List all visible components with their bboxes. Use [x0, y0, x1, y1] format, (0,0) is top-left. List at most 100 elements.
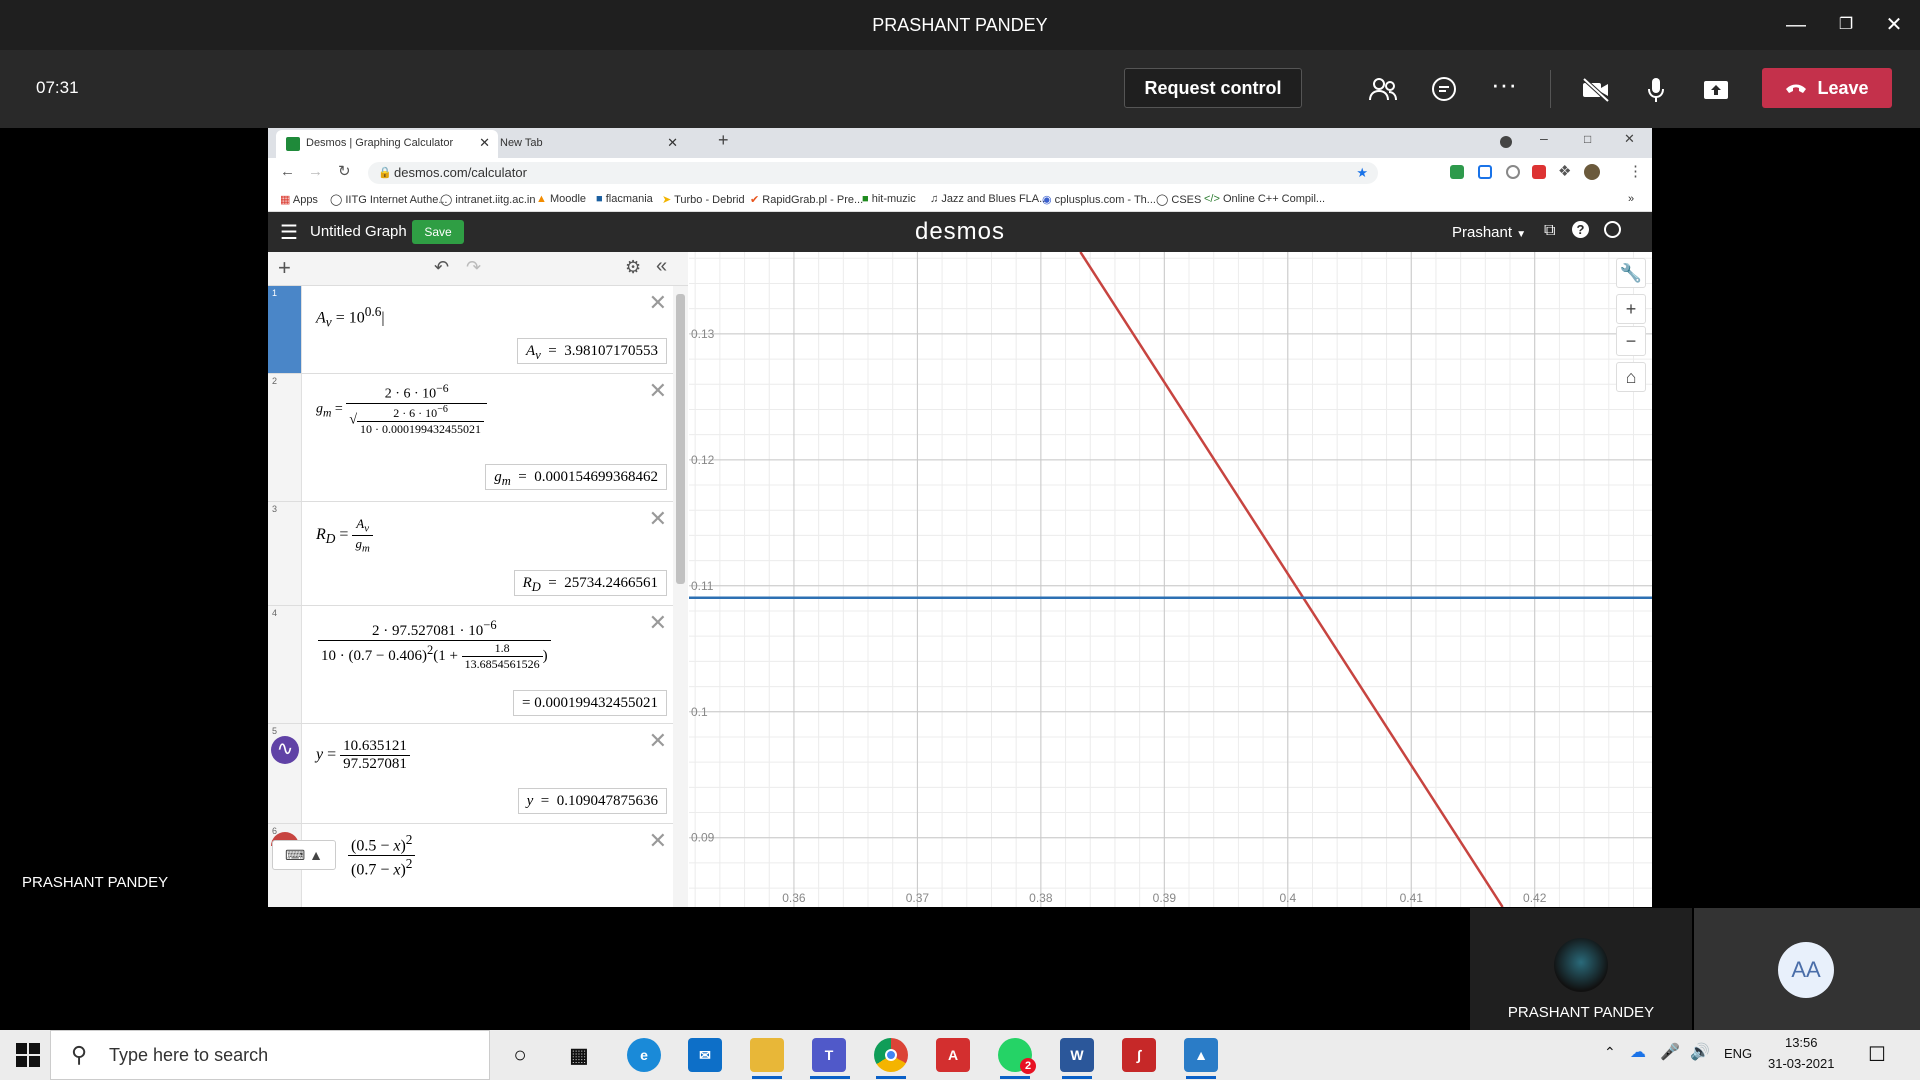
microphone-icon[interactable]	[1638, 72, 1674, 108]
extensions-puzzle-icon[interactable]: ❖	[1558, 162, 1571, 180]
zoom-in-icon[interactable]: +	[1616, 294, 1646, 324]
file-explorer-icon[interactable]	[750, 1038, 784, 1072]
back-icon[interactable]: ←	[280, 163, 295, 180]
extension-circle-icon[interactable]	[1506, 165, 1520, 179]
share-screen-icon[interactable]	[1698, 72, 1734, 108]
expression-row[interactable]: 5 ∿ ✕ y = 10.635121 97.527081 y = 0.10904…	[268, 724, 673, 824]
leave-button[interactable]: Leave	[1762, 68, 1892, 108]
participant-tile[interactable]: PRASHANT PANDEY	[1470, 908, 1692, 1030]
participants-icon[interactable]	[1365, 72, 1401, 108]
whatsapp-icon[interactable]: 2	[998, 1038, 1036, 1074]
collapse-panel-icon[interactable]: «	[656, 255, 667, 278]
photos-icon[interactable]: ▲	[1184, 1038, 1218, 1072]
more-options-icon[interactable]: ···	[1486, 66, 1522, 102]
app-red-icon[interactable]: ∫	[1122, 1038, 1156, 1072]
restore-icon[interactable]: ❐	[1826, 10, 1866, 40]
chat-icon[interactable]	[1426, 72, 1462, 108]
bookmarks-overflow-icon[interactable]: »	[1628, 193, 1634, 205]
expression-row[interactable]: 3 ✕ RD = Av gm RD = 25734.2466561	[268, 502, 673, 606]
bookmark-online-cpp[interactable]: </> Online C++ Compil...	[1204, 193, 1325, 205]
bookmark-rapidgrab[interactable]: ✔ RapidGrab.pl - Pre...	[750, 193, 863, 206]
zoom-out-icon[interactable]: −	[1616, 326, 1646, 356]
graph-paper[interactable]: 0.36 0.37 0.38 0.39 0.4 0.41 0.42 0.13 0.12 0.11 0…	[689, 252, 1652, 907]
expression-row[interactable]: 4 ✕ 2 · 97.527081 · 10−6 10 · (0.7 − 0.40…	[268, 606, 673, 724]
expression-formula[interactable]: RD = Av gm	[316, 516, 373, 554]
tab-close-icon[interactable]: ✕	[667, 130, 678, 156]
forward-icon[interactable]: →	[308, 163, 323, 180]
share-icon[interactable]: ⧉	[1544, 222, 1555, 240]
settings-gear-icon[interactable]: ⚙	[625, 257, 641, 278]
extension-evernote-icon[interactable]	[1450, 165, 1464, 179]
request-control-button[interactable]: Request control	[1124, 68, 1302, 108]
delete-expression-icon[interactable]: ✕	[649, 506, 667, 532]
reload-icon[interactable]: ↻	[338, 162, 351, 180]
graph-canvas[interactable]: 0.36 0.37 0.38 0.39 0.4 0.41 0.42 0.13 0.12 0.11 0…	[689, 252, 1652, 907]
minimize-icon[interactable]: —	[1776, 10, 1816, 40]
language-indicator[interactable]: ENG	[1724, 1046, 1752, 1061]
expression-formula[interactable]: 2 · 97.527081 · 10−6 10 · (0.7 − 0.406)2(…	[318, 618, 551, 672]
graph-color-toggle-icon[interactable]: ∿	[271, 736, 299, 764]
onedrive-icon[interactable]: ☁	[1630, 1042, 1646, 1062]
user-menu[interactable]: Prashant ▼	[1452, 224, 1526, 241]
undo-icon[interactable]: ↶	[434, 257, 449, 278]
clock[interactable]: 13:56 31-03-2021	[1768, 1035, 1835, 1071]
avatar[interactable]	[1584, 164, 1600, 180]
acrobat-icon[interactable]: A	[936, 1038, 970, 1072]
extension-shield-icon[interactable]	[1532, 165, 1546, 179]
bookmark-cplusplus[interactable]: ◉ cplusplus.com - Th...	[1042, 193, 1156, 206]
bookmark-moodle[interactable]: ▲ Moodle	[536, 193, 586, 205]
show-hidden-icons-icon[interactable]: ⌃	[1604, 1044, 1616, 1061]
bookmark-intranet[interactable]: ◯ intranet.iitg.ac.in	[440, 193, 535, 206]
chrome-icon[interactable]	[874, 1038, 908, 1072]
browser-minimize-icon[interactable]: –	[1540, 130, 1548, 146]
expression-formula[interactable]: (0.5 − x)2 (0.7 − x)2	[348, 832, 416, 880]
delete-expression-icon[interactable]: ✕	[649, 728, 667, 754]
bookmark-hit-muzic[interactable]: ■ hit-muzic	[862, 193, 916, 205]
mic-tray-icon[interactable]: 🎤	[1660, 1042, 1680, 1062]
delete-expression-icon[interactable]: ✕	[649, 290, 667, 316]
bookmark-star-icon[interactable]: ★	[1356, 162, 1368, 184]
expression-row[interactable]: 2 ✕ gm = 2 · 6 · 10−6 √ 2 · 6 · 10−6 10 · 0…	[268, 374, 673, 502]
profile-icon[interactable]	[1500, 136, 1512, 148]
bookmark-iitg[interactable]: ◯ IITG Internet Authe...	[330, 193, 448, 206]
globe-icon[interactable]	[1604, 221, 1621, 238]
participant-tile[interactable]: AA	[1694, 908, 1920, 1030]
tab-new-tab[interactable]: New Tab ✕	[490, 130, 686, 158]
windows-start-icon[interactable]	[16, 1043, 40, 1072]
browser-maximize-icon[interactable]: □	[1584, 132, 1591, 146]
teams-icon[interactable]: T	[812, 1038, 846, 1072]
wrench-icon[interactable]: 🔧	[1616, 258, 1646, 288]
expression-row[interactable]: 1 ✕ Av = 100.6| Av = 3.98107170553	[268, 286, 673, 374]
camera-off-icon[interactable]	[1578, 72, 1614, 108]
bookmark-cses[interactable]: ◯ CSES	[1156, 193, 1201, 206]
tab-close-icon[interactable]: ✕	[479, 130, 490, 156]
edge-browser-icon[interactable]: e	[627, 1038, 661, 1072]
redo-icon[interactable]: ↷	[466, 257, 481, 278]
new-tab-icon[interactable]: +	[718, 130, 729, 151]
delete-expression-icon[interactable]: ✕	[649, 610, 667, 636]
help-icon[interactable]: ?	[1572, 221, 1589, 238]
browser-menu-icon[interactable]: ⋮	[1628, 162, 1643, 180]
bookmark-apps[interactable]: ▦ Apps	[280, 193, 318, 206]
bookmark-flacmania[interactable]: ■ flacmania	[596, 193, 653, 205]
keyboard-toggle-icon[interactable]: ⌨ ▲	[272, 840, 336, 870]
cortana-icon[interactable]: ○	[503, 1038, 537, 1072]
notifications-icon[interactable]: ☐	[1868, 1042, 1886, 1067]
expression-formula[interactable]: y = 10.635121 97.527081	[316, 738, 410, 773]
expression-row[interactable]: 6 ✕ (0.5 − x)2 (0.7 − x)2 ⌨ ▲	[268, 824, 673, 907]
volume-icon[interactable]: 🔊	[1690, 1042, 1710, 1062]
delete-expression-icon[interactable]: ✕	[649, 828, 667, 854]
bookmark-turbo-debrid[interactable]: ➤ Turbo - Debrid	[662, 193, 745, 206]
task-view-icon[interactable]: ▦	[562, 1038, 596, 1072]
close-icon[interactable]: ✕	[1874, 10, 1914, 40]
expression-formula[interactable]: Av = 100.6|	[316, 304, 385, 331]
mail-icon[interactable]: ✉	[688, 1038, 722, 1072]
delete-expression-icon[interactable]: ✕	[649, 378, 667, 404]
taskbar-search-input[interactable]: ⚲ Type here to search	[50, 1030, 490, 1080]
word-icon[interactable]: W	[1060, 1038, 1094, 1072]
expression-formula[interactable]: gm = 2 · 6 · 10−6 √ 2 · 6 · 10−6 10 · 0.000…	[316, 382, 488, 437]
address-bar[interactable]: 🔒 desmos.com/calculator ★	[368, 162, 1378, 184]
browser-close-icon[interactable]: ✕	[1624, 131, 1635, 147]
home-icon[interactable]: ⌂	[1616, 362, 1646, 392]
bookmark-jazz-blues[interactable]: ♫ Jazz and Blues FLA...	[930, 193, 1048, 205]
